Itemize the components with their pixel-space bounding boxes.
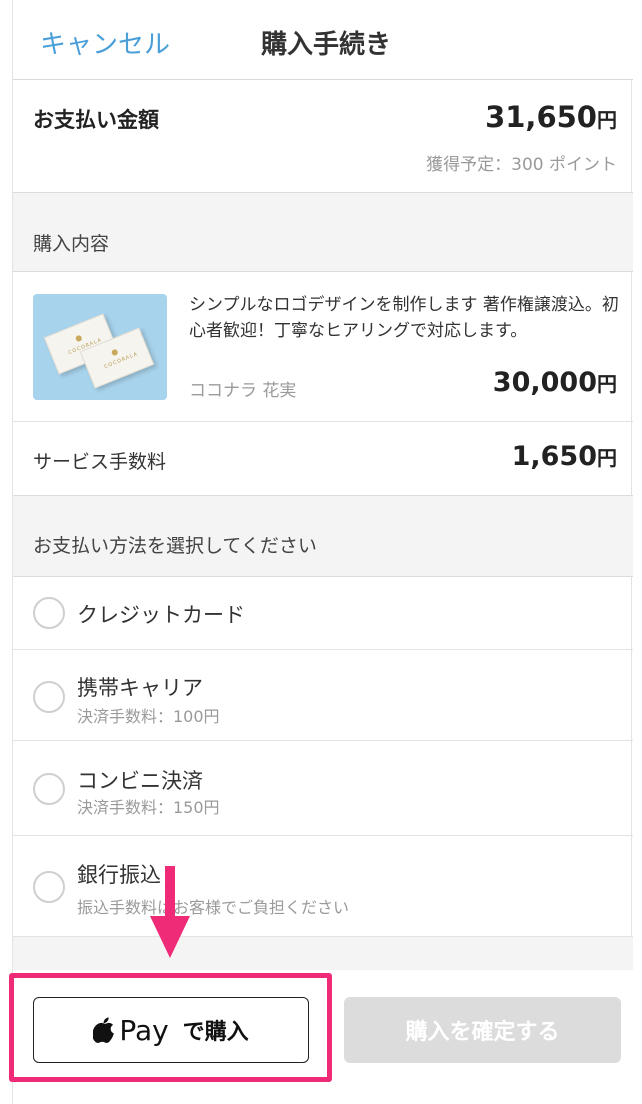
payment-option-fee: 振込手数料はお客様でご負担ください bbox=[77, 898, 350, 917]
payment-option-label: 携帯キャリア bbox=[77, 676, 203, 700]
annotation-arrow-icon bbox=[150, 866, 190, 958]
service-fee-value: 1,650 bbox=[511, 441, 597, 472]
confirm-purchase-button[interactable]: 購入を確定する bbox=[344, 997, 621, 1063]
product-price-value: 30,000 bbox=[492, 367, 597, 398]
purchase-screen: キャンセル 購入手続き お支払い金額 31,650円 獲得予定：300 ポイント… bbox=[12, 0, 633, 1104]
payment-section-title: お支払い方法を選択してください bbox=[33, 535, 317, 557]
radio-button[interactable] bbox=[33, 681, 65, 713]
nav-header: キャンセル 購入手続き bbox=[13, 0, 633, 80]
highlight-box bbox=[9, 973, 332, 1082]
total-label: お支払い金額 bbox=[33, 108, 159, 132]
seller-name: ココナラ 花実 bbox=[189, 381, 297, 401]
card-logo-mark bbox=[110, 348, 119, 357]
payment-option-carrier[interactable]: 携帯キャリア 決済手数料：100円 bbox=[13, 650, 633, 740]
purchase-section-header: 購入内容 bbox=[13, 192, 633, 272]
points-note: 獲得予定：300 ポイント bbox=[426, 155, 617, 175]
cancel-button[interactable]: キャンセル bbox=[40, 24, 170, 61]
payment-option-bank-transfer[interactable]: 銀行振込 振込手数料はお客様でご負担ください bbox=[13, 836, 633, 936]
spacer bbox=[13, 936, 633, 970]
total-currency: 円 bbox=[597, 108, 617, 132]
card-logo-text: COCORALA bbox=[103, 351, 139, 371]
purchase-section-title: 購入内容 bbox=[33, 233, 110, 255]
payment-option-label: 銀行振込 bbox=[77, 863, 161, 887]
product-description: シンプルなロゴデザインを制作します 著作権譲渡込。初心者歓迎！丁寧なヒアリングで… bbox=[189, 295, 619, 341]
radio-button[interactable] bbox=[33, 773, 65, 805]
product-currency: 円 bbox=[597, 372, 617, 396]
payment-section-header: お支払い方法を選択してください bbox=[13, 495, 633, 577]
payment-option-convenience-store[interactable]: コンビニ決済 決済手数料：150円 bbox=[13, 741, 633, 835]
total-amount-value: 31,650 bbox=[485, 100, 597, 134]
service-fee-currency: 円 bbox=[597, 446, 617, 470]
product-thumbnail: COCORALA COCORALA bbox=[33, 294, 167, 400]
radio-button[interactable] bbox=[33, 871, 65, 903]
total-amount: 31,650円 bbox=[485, 100, 617, 134]
payment-option-label: コンビニ決済 bbox=[77, 769, 203, 793]
card-logo-mark bbox=[74, 334, 83, 343]
payment-option-credit-card[interactable]: クレジットカード bbox=[13, 577, 633, 649]
payment-option-fee: 決済手数料：150円 bbox=[77, 798, 220, 817]
page-title: 購入手続き bbox=[261, 30, 392, 60]
payment-option-fee: 決済手数料：100円 bbox=[77, 707, 220, 726]
payment-option-label: クレジットカード bbox=[77, 603, 245, 627]
product-price: 30,000円 bbox=[493, 367, 617, 398]
divider bbox=[13, 421, 633, 422]
service-fee-amount: 1,650円 bbox=[512, 441, 617, 472]
radio-button[interactable] bbox=[33, 597, 65, 629]
service-fee-label: サービス手数料 bbox=[33, 451, 167, 473]
